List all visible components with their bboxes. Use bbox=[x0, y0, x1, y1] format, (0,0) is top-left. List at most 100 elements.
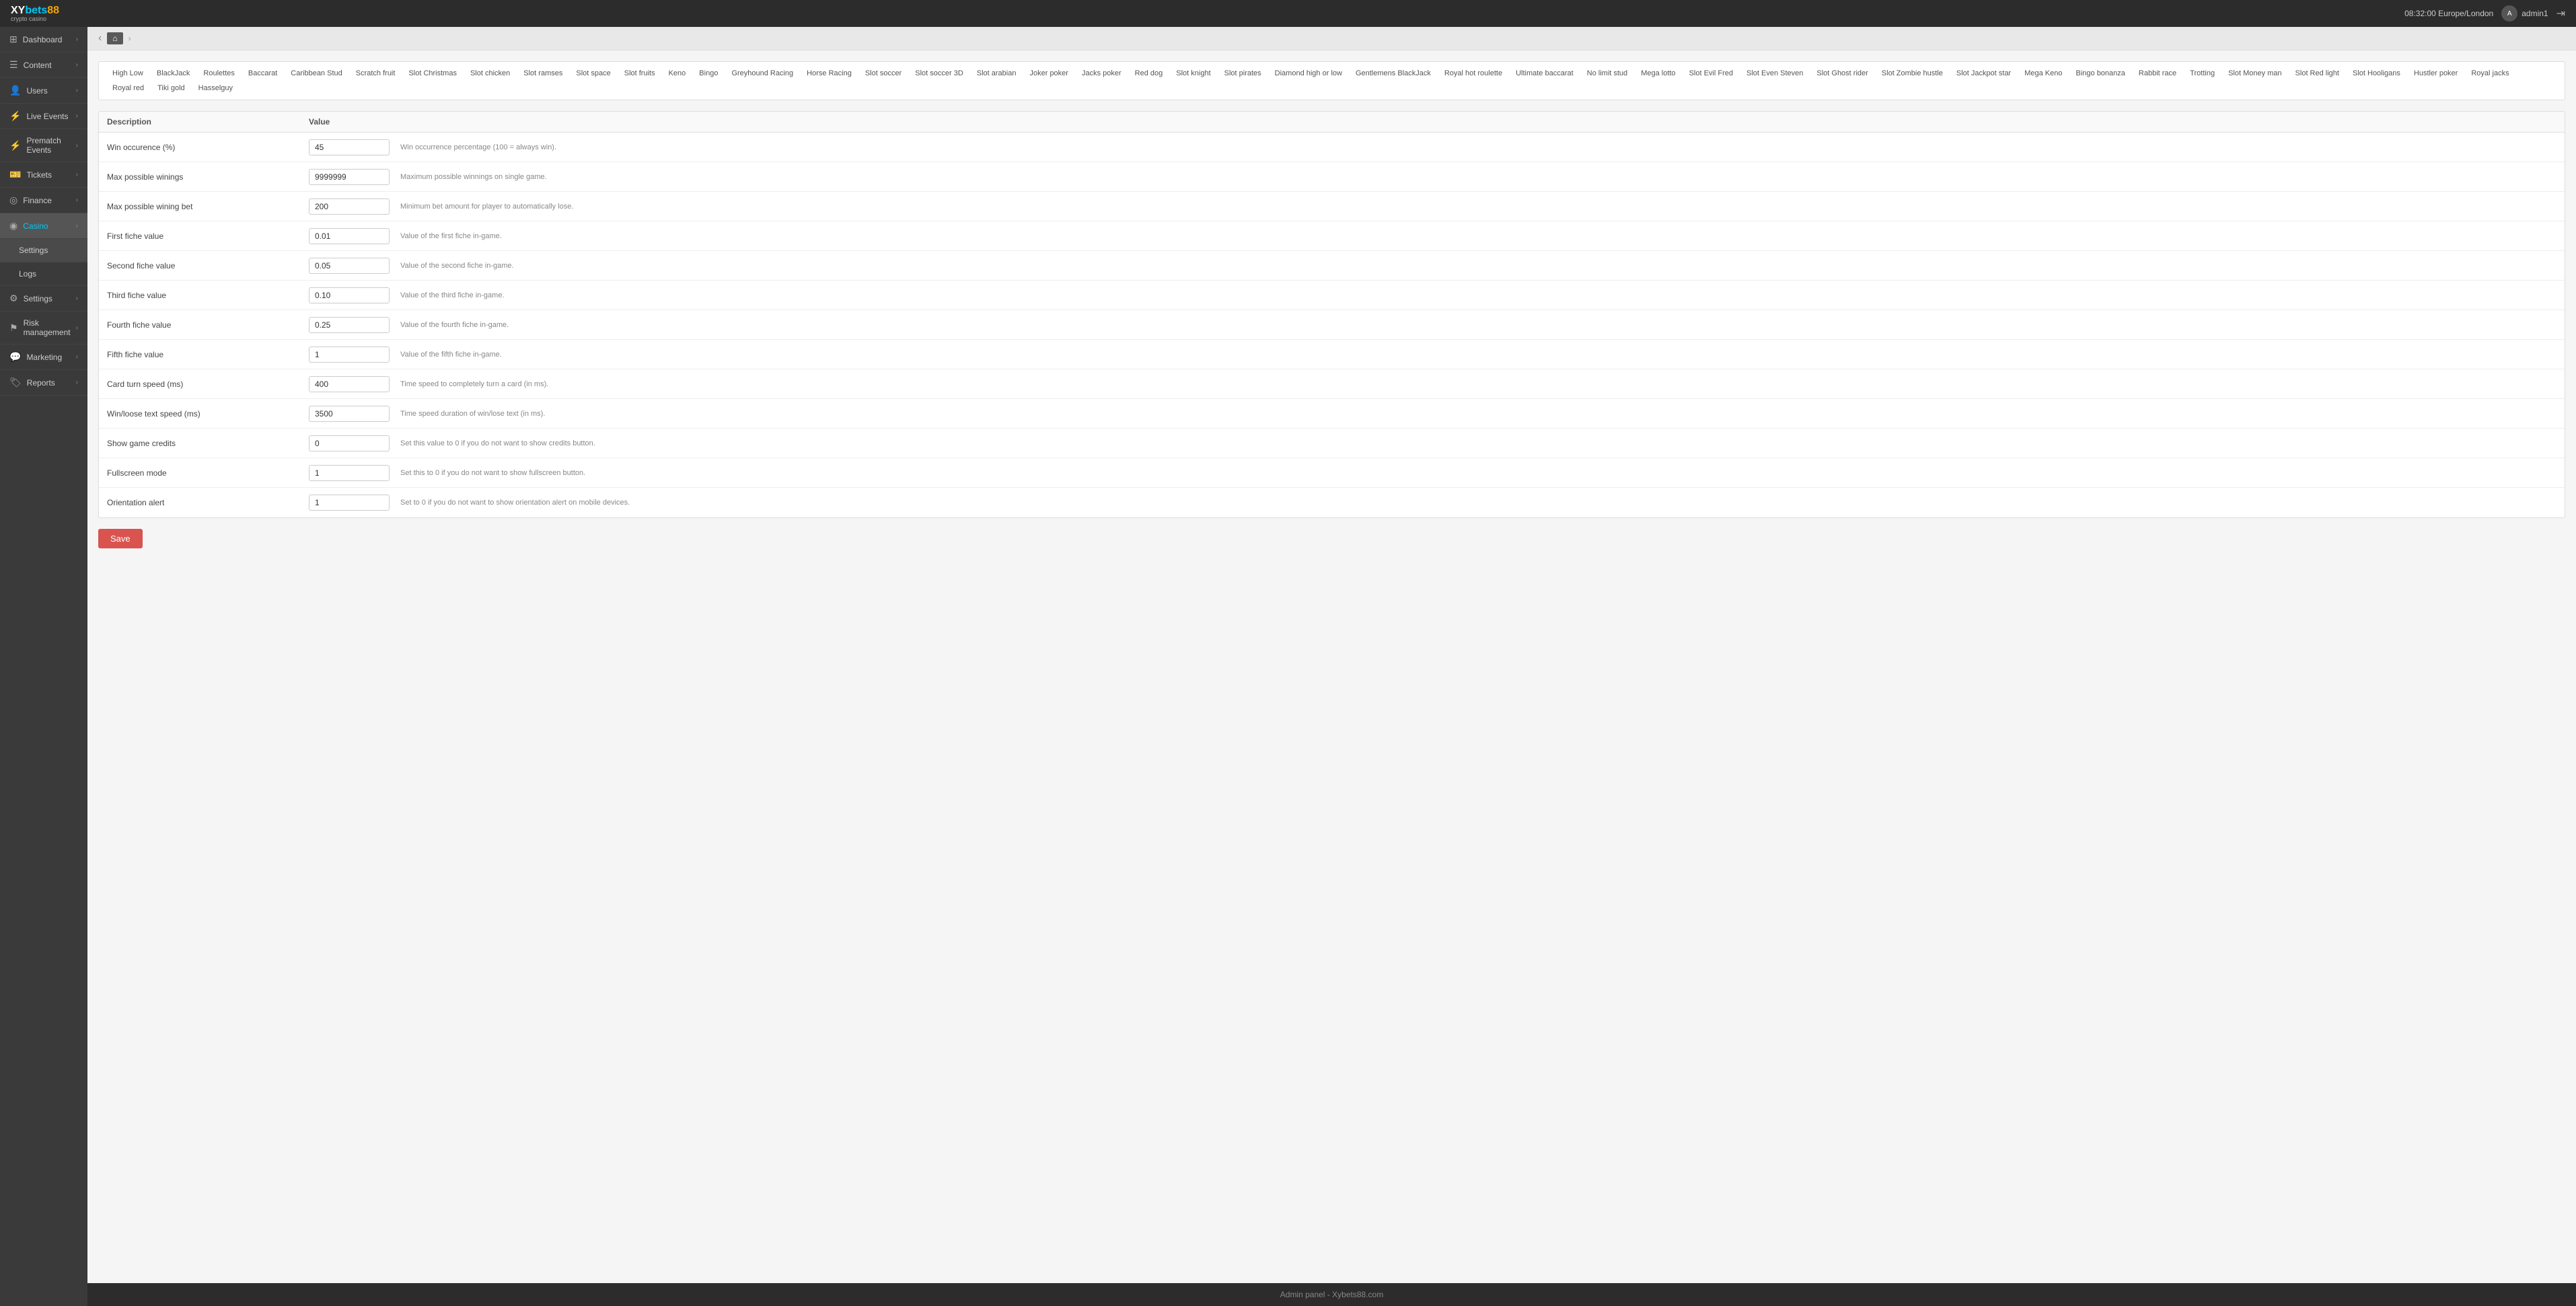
game-tab-slot-hooligans[interactable]: Slot Hooligans bbox=[2347, 67, 2406, 79]
arrow-icon: › bbox=[76, 171, 78, 178]
input-second-fiche-value[interactable] bbox=[309, 258, 390, 274]
settings-table: Description Value Win occurence (%)Win o… bbox=[98, 111, 2565, 518]
game-tab-slot-space[interactable]: Slot space bbox=[571, 67, 616, 79]
game-tab-red-dog[interactable]: Red dog bbox=[1130, 67, 1169, 79]
game-tab-joker-poker[interactable]: Joker poker bbox=[1024, 67, 1073, 79]
input-max-possible-winning-bet[interactable] bbox=[309, 198, 390, 215]
game-tab-caribbean-stud[interactable]: Caribbean Stud bbox=[285, 67, 347, 79]
game-tab-high-low[interactable]: High Low bbox=[107, 67, 149, 79]
sidebar-item-casino-logs[interactable]: Logs bbox=[0, 262, 87, 286]
sidebar-item-dashboard[interactable]: ⊞ Dashboard › bbox=[0, 27, 87, 52]
sidebar-item-content[interactable]: ☰ Content › bbox=[0, 52, 87, 78]
sidebar-item-finance[interactable]: ◎ Finance › bbox=[0, 188, 87, 213]
game-tab-jacks-poker[interactable]: Jacks poker bbox=[1076, 67, 1127, 79]
username: admin1 bbox=[2522, 9, 2548, 18]
topbar: XYbets88 crypto casino 08:32:00 Europe/L… bbox=[0, 0, 2576, 27]
input-orientation-alert[interactable] bbox=[309, 495, 390, 511]
game-tab-ultimate-baccarat[interactable]: Ultimate baccarat bbox=[1510, 67, 1579, 79]
input-win-loose-text-speed[interactable] bbox=[309, 406, 390, 422]
game-tab-horse-racing[interactable]: Horse Racing bbox=[801, 67, 857, 79]
table-row: Orientation alertSet to 0 if you do not … bbox=[99, 488, 2565, 517]
sidebar-item-casino[interactable]: ◉ Casino › bbox=[0, 213, 87, 239]
row-label-show-game-credits: Show game credits bbox=[107, 439, 309, 448]
game-tab-mega-keno[interactable]: Mega Keno bbox=[2019, 67, 2067, 79]
input-first-fiche-value[interactable] bbox=[309, 228, 390, 244]
game-tab-slot-red-light[interactable]: Slot Red light bbox=[2290, 67, 2345, 79]
game-tab-no-limit-stud[interactable]: No limit stud bbox=[1582, 67, 1633, 79]
save-button[interactable]: Save bbox=[98, 529, 143, 548]
sidebar-collapse-btn[interactable]: ‹ bbox=[98, 32, 102, 44]
game-tab-royal-red[interactable]: Royal red bbox=[107, 82, 149, 94]
game-tab-bingo[interactable]: Bingo bbox=[694, 67, 723, 79]
game-tab-slot-soccer[interactable]: Slot soccer bbox=[860, 67, 907, 79]
arrow-icon: › bbox=[76, 324, 78, 332]
home-icon[interactable]: ⌂ bbox=[107, 32, 122, 44]
game-tab-slot-jackpot-star[interactable]: Slot Jackpot star bbox=[1951, 67, 2016, 79]
game-tab-keno[interactable]: Keno bbox=[663, 67, 692, 79]
sidebar-label-casino: Casino bbox=[23, 221, 48, 231]
input-show-game-credits[interactable] bbox=[309, 435, 390, 451]
marketing-icon: 💬 bbox=[9, 351, 21, 363]
logo: XYbets88 crypto casino bbox=[11, 5, 59, 22]
table-row: Max possible winingsMaximum possible win… bbox=[99, 162, 2565, 192]
arrow-icon: › bbox=[76, 112, 78, 120]
game-tab-gentlemens-blackjack[interactable]: Gentlemens BlackJack bbox=[1350, 67, 1436, 79]
game-tab-scratch-fruit[interactable]: Scratch fruit bbox=[351, 67, 401, 79]
game-tab-greyhound-racing[interactable]: Greyhound Racing bbox=[726, 67, 799, 79]
game-tab-slot-pirates[interactable]: Slot pirates bbox=[1219, 67, 1267, 79]
input-card-turn-speed[interactable] bbox=[309, 376, 390, 392]
game-tab-hasselguy[interactable]: Hasselguy bbox=[193, 82, 238, 94]
row-hint-max-possible-winning-bet: Minimum bet amount for player to automat… bbox=[390, 203, 2556, 211]
game-tab-slot-knight[interactable]: Slot knight bbox=[1171, 67, 1216, 79]
game-tab-slot-even-steven[interactable]: Slot Even Steven bbox=[1741, 67, 1808, 79]
game-tab-slot-arabian[interactable]: Slot arabian bbox=[971, 67, 1022, 79]
game-tab-blackjack[interactable]: BlackJack bbox=[151, 67, 196, 79]
sidebar-item-risk-management[interactable]: ⚑ Risk management › bbox=[0, 312, 87, 344]
game-tab-hustler-poker[interactable]: Hustler poker bbox=[2408, 67, 2463, 79]
game-tab-tiki-gold[interactable]: Tiki gold bbox=[152, 82, 190, 94]
game-tab-slot-soccer-3d[interactable]: Slot soccer 3D bbox=[910, 67, 969, 79]
sidebar-item-casino-settings[interactable]: Settings bbox=[0, 239, 87, 262]
game-tab-royal-hot-roulette[interactable]: Royal hot roulette bbox=[1439, 67, 1508, 79]
input-max-possible-winnings[interactable] bbox=[309, 169, 390, 185]
input-win-occurrence[interactable] bbox=[309, 139, 390, 155]
sidebar-item-tickets[interactable]: 🎫 Tickets › bbox=[0, 162, 87, 188]
game-tab-slot-evil-fred[interactable]: Slot Evil Fred bbox=[1684, 67, 1738, 79]
row-label-fourth-fiche-value: Fourth fiche value bbox=[107, 320, 309, 330]
input-fourth-fiche-value[interactable] bbox=[309, 317, 390, 333]
game-tab-slot-ramses[interactable]: Slot ramses bbox=[518, 67, 568, 79]
game-tab-roulettes[interactable]: Roulettes bbox=[198, 67, 240, 79]
game-tab-slot-christmas[interactable]: Slot Christmas bbox=[403, 67, 462, 79]
row-hint-fullscreen-mode: Set this to 0 if you do not want to show… bbox=[390, 469, 2556, 477]
game-tab-mega-lotto[interactable]: Mega lotto bbox=[1635, 67, 1681, 79]
table-row: Win/loose text speed (ms)Time speed dura… bbox=[99, 399, 2565, 429]
col-header-desc: Description bbox=[107, 117, 309, 126]
sidebar-item-marketing[interactable]: 💬 Marketing › bbox=[0, 344, 87, 370]
row-label-fullscreen-mode: Fullscreen mode bbox=[107, 468, 309, 478]
input-third-fiche-value[interactable] bbox=[309, 287, 390, 303]
game-tab-royal-jacks[interactable]: Royal jacks bbox=[2466, 67, 2514, 79]
game-tab-slot-money-man[interactable]: Slot Money man bbox=[2223, 67, 2287, 79]
sidebar-label-tickets: Tickets bbox=[26, 170, 52, 180]
game-tab-slot-chicken[interactable]: Slot chicken bbox=[465, 67, 515, 79]
sidebar-item-settings[interactable]: ⚙ Settings › bbox=[0, 286, 87, 312]
input-fullscreen-mode[interactable] bbox=[309, 465, 390, 481]
game-tab-trotting[interactable]: Trotting bbox=[2184, 67, 2220, 79]
game-tab-rabbit-race[interactable]: Rabbit race bbox=[2133, 67, 2182, 79]
logout-icon[interactable]: ⇥ bbox=[2556, 7, 2565, 20]
row-hint-fourth-fiche-value: Value of the fourth fiche in-game. bbox=[390, 321, 2556, 329]
game-tab-diamond-high-or-low[interactable]: Diamond high or low bbox=[1269, 67, 1348, 79]
sidebar-item-live-events[interactable]: ⚡ Live Events › bbox=[0, 104, 87, 129]
game-tab-bingo-bonanza[interactable]: Bingo bonanza bbox=[2071, 67, 2131, 79]
game-tab-slot-zombie-hustle[interactable]: Slot Zombie hustle bbox=[1876, 67, 1948, 79]
sidebar-item-prematch-events[interactable]: ⚡ Prematch Events › bbox=[0, 129, 87, 162]
game-tab-slot-fruits[interactable]: Slot fruits bbox=[619, 67, 661, 79]
game-tab-slot-ghost-rider[interactable]: Slot Ghost rider bbox=[1811, 67, 1873, 79]
sidebar-item-reports[interactable]: 🏷 Reports › bbox=[0, 370, 87, 396]
row-hint-show-game-credits: Set this value to 0 if you do not want t… bbox=[390, 439, 2556, 447]
sidebar-label-prematch: Prematch Events bbox=[26, 136, 75, 155]
sidebar-item-users[interactable]: 👤 Users › bbox=[0, 78, 87, 104]
arrow-icon: › bbox=[76, 87, 78, 94]
game-tab-baccarat[interactable]: Baccarat bbox=[243, 67, 283, 79]
input-fifth-fiche-value[interactable] bbox=[309, 347, 390, 363]
